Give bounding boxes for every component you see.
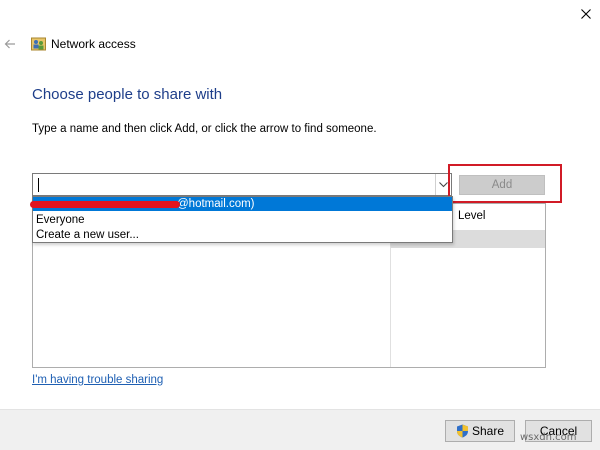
trouble-sharing-link[interactable]: I'm having trouble sharing (32, 374, 163, 386)
close-icon (580, 9, 591, 19)
share-button-label: Share (471, 424, 505, 438)
back-button[interactable] (0, 34, 20, 54)
dropdown-item-create-user[interactable]: Create a new user... (33, 228, 452, 242)
network-users-icon (31, 37, 46, 51)
instruction-text: Type a name and then click Add, or click… (32, 123, 377, 135)
share-button[interactable]: Share (445, 420, 515, 442)
dropdown-item-everyone[interactable]: Everyone (33, 213, 452, 227)
column-header-level: Level (458, 210, 486, 222)
name-combobox[interactable] (32, 173, 452, 196)
chevron-down-icon (439, 181, 448, 187)
annotation-highlight-box (448, 164, 562, 203)
redaction-mark (30, 201, 180, 208)
text-caret (38, 178, 39, 192)
watermark: wsxdn.com (520, 432, 577, 443)
uac-shield-icon (456, 424, 468, 438)
page-heading: Choose people to share with (32, 86, 223, 103)
back-arrow-icon (4, 39, 15, 49)
close-button[interactable] (571, 0, 600, 28)
window-title: Network access (51, 37, 136, 51)
